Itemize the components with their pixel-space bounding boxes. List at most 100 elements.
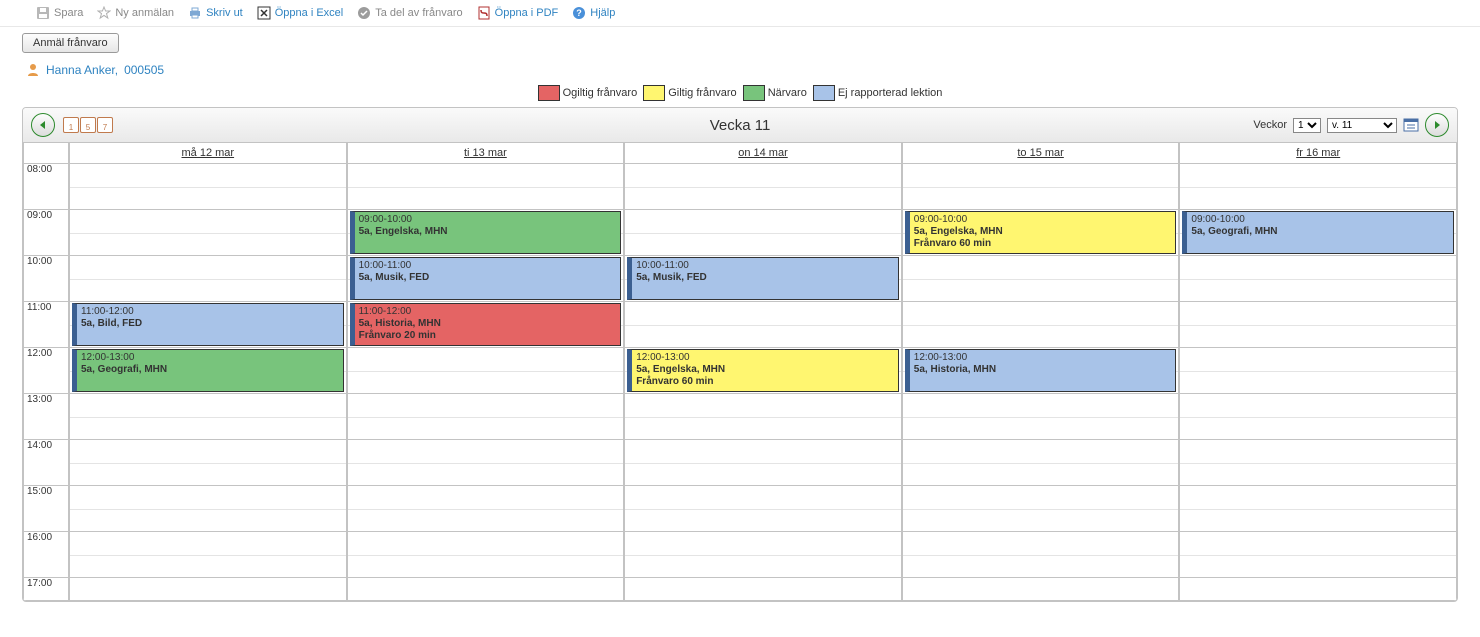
veckor-count-select[interactable]: 1 (1293, 118, 1321, 133)
cell-tue-13[interactable] (347, 394, 625, 440)
help-action[interactable]: ? Hjälp (572, 6, 615, 20)
cell-thu-16[interactable] (902, 532, 1180, 578)
next-week-button[interactable] (1425, 113, 1449, 137)
cell-wed-17[interactable] (624, 578, 902, 601)
pdf-action[interactable]: Öppna i PDF (477, 6, 559, 20)
cell-mon-11[interactable]: 11:00-12:005a, Bild, FED (69, 302, 347, 348)
cell-thu-13[interactable] (902, 394, 1180, 440)
cell-wed-08[interactable] (624, 164, 902, 210)
time-11: 11:00 (23, 302, 69, 348)
cell-mon-09[interactable] (69, 210, 347, 256)
event-tue-11[interactable]: 11:00-12:005a, Historia, MHNFrånvaro 20 … (350, 303, 622, 346)
cell-fri-14[interactable] (1179, 440, 1457, 486)
date-picker-icon[interactable] (1403, 117, 1419, 133)
cell-mon-13[interactable] (69, 394, 347, 440)
day-head-wed[interactable]: on 14 mar (624, 143, 902, 164)
user-icon (26, 63, 40, 77)
time-14: 14:00 (23, 440, 69, 486)
excel-action[interactable]: Öppna i Excel (257, 6, 343, 20)
cell-tue-09[interactable]: 09:00-10:005a, Engelska, MHN (347, 210, 625, 256)
tadel-label: Ta del av frånvaro (375, 7, 462, 19)
check-circle-icon (357, 6, 371, 20)
swatch-green (743, 85, 765, 101)
cell-thu-08[interactable] (902, 164, 1180, 210)
excel-icon (257, 6, 271, 20)
cell-mon-17[interactable] (69, 578, 347, 601)
cell-thu-11[interactable] (902, 302, 1180, 348)
pdf-icon (477, 6, 491, 20)
veckor-label: Veckor (1253, 119, 1287, 131)
time-15: 15:00 (23, 486, 69, 532)
swatch-red (538, 85, 560, 101)
cell-wed-13[interactable] (624, 394, 902, 440)
cell-fri-09[interactable]: 09:00-10:005a, Geografi, MHN (1179, 210, 1457, 256)
event-tue-10[interactable]: 10:00-11:005a, Musik, FED (350, 257, 622, 300)
cell-fri-15[interactable] (1179, 486, 1457, 532)
save-action: Spara (36, 6, 83, 20)
print-action[interactable]: Skriv ut (188, 6, 243, 20)
time-10: 10:00 (23, 256, 69, 302)
cell-tue-15[interactable] (347, 486, 625, 532)
event-fri-09[interactable]: 09:00-10:005a, Geografi, MHN (1182, 211, 1454, 254)
print-label: Skriv ut (206, 7, 243, 19)
cell-tue-16[interactable] (347, 532, 625, 578)
report-absence-button[interactable]: Anmäl frånvaro (22, 33, 119, 53)
excel-label: Öppna i Excel (275, 7, 343, 19)
event-wed-10[interactable]: 10:00-11:005a, Musik, FED (627, 257, 899, 300)
user-header: Hanna Anker, 000505 (0, 59, 1480, 81)
event-wed-12[interactable]: 12:00-13:005a, Engelska, MHNFrånvaro 60 … (627, 349, 899, 392)
event-mon-11[interactable]: 11:00-12:005a, Bild, FED (72, 303, 344, 346)
event-thu-12[interactable]: 12:00-13:005a, Historia, MHN (905, 349, 1177, 392)
prev-week-button[interactable] (31, 113, 55, 137)
cell-mon-08[interactable] (69, 164, 347, 210)
cell-thu-17[interactable] (902, 578, 1180, 601)
cell-thu-12[interactable]: 12:00-13:005a, Historia, MHN (902, 348, 1180, 394)
cell-wed-14[interactable] (624, 440, 902, 486)
cell-thu-09[interactable]: 09:00-10:005a, Engelska, MHNFrånvaro 60 … (902, 210, 1180, 256)
legend-giltig-label: Giltig frånvaro (668, 87, 736, 99)
cell-tue-08[interactable] (347, 164, 625, 210)
cell-mon-14[interactable] (69, 440, 347, 486)
cell-fri-10[interactable] (1179, 256, 1457, 302)
cell-mon-12[interactable]: 12:00-13:005a, Geografi, MHN (69, 348, 347, 394)
event-thu-09[interactable]: 09:00-10:005a, Engelska, MHNFrånvaro 60 … (905, 211, 1177, 254)
cell-tue-14[interactable] (347, 440, 625, 486)
cell-wed-16[interactable] (624, 532, 902, 578)
cell-fri-16[interactable] (1179, 532, 1457, 578)
cell-wed-10[interactable]: 10:00-11:005a, Musik, FED (624, 256, 902, 302)
cell-wed-11[interactable] (624, 302, 902, 348)
help-label: Hjälp (590, 7, 615, 19)
week-select[interactable]: v. 11 (1327, 118, 1397, 133)
day-head-fri[interactable]: fr 16 mar (1179, 143, 1457, 164)
cell-mon-15[interactable] (69, 486, 347, 532)
cell-fri-13[interactable] (1179, 394, 1457, 440)
cell-thu-10[interactable] (902, 256, 1180, 302)
day-head-tue[interactable]: ti 13 mar (347, 143, 625, 164)
event-tue-09[interactable]: 09:00-10:005a, Engelska, MHN (350, 211, 622, 254)
legend-ej-label: Ej rapporterad lektion (838, 87, 943, 99)
cell-wed-09[interactable] (624, 210, 902, 256)
cell-fri-12[interactable] (1179, 348, 1457, 394)
legend-narvaro-label: Närvaro (768, 87, 807, 99)
cell-fri-17[interactable] (1179, 578, 1457, 601)
cell-tue-11[interactable]: 11:00-12:005a, Historia, MHNFrånvaro 20 … (347, 302, 625, 348)
calendar: 157 Vecka 11 Veckor 1 v. 11 må 12 mar ti… (22, 107, 1458, 602)
cell-thu-14[interactable] (902, 440, 1180, 486)
swatch-yellow (643, 85, 665, 101)
cell-fri-11[interactable] (1179, 302, 1457, 348)
mini-calendar-icons[interactable]: 157 (63, 117, 113, 133)
time-12: 12:00 (23, 348, 69, 394)
cell-tue-12[interactable] (347, 348, 625, 394)
cell-fri-08[interactable] (1179, 164, 1457, 210)
cell-mon-10[interactable] (69, 256, 347, 302)
cell-tue-10[interactable]: 10:00-11:005a, Musik, FED (347, 256, 625, 302)
calendar-nav: 157 Vecka 11 Veckor 1 v. 11 (23, 108, 1457, 143)
cell-wed-12[interactable]: 12:00-13:005a, Engelska, MHNFrånvaro 60 … (624, 348, 902, 394)
day-head-thu[interactable]: to 15 mar (902, 143, 1180, 164)
event-mon-12[interactable]: 12:00-13:005a, Geografi, MHN (72, 349, 344, 392)
cell-thu-15[interactable] (902, 486, 1180, 532)
cell-wed-15[interactable] (624, 486, 902, 532)
day-head-mon[interactable]: må 12 mar (69, 143, 347, 164)
cell-mon-16[interactable] (69, 532, 347, 578)
cell-tue-17[interactable] (347, 578, 625, 601)
